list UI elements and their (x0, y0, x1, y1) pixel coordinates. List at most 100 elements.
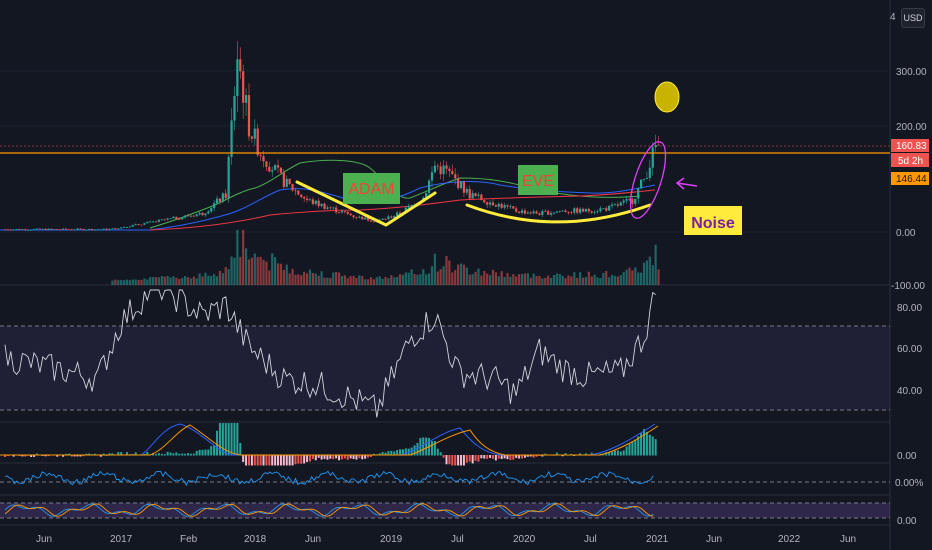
volume-bar (149, 277, 152, 285)
candle-body (236, 59, 239, 97)
candle-body (70, 229, 73, 231)
macd-bar (521, 455, 524, 459)
volume-bar (640, 272, 643, 285)
volume-bar (515, 276, 518, 285)
candle-body (436, 165, 439, 167)
candle-body (239, 59, 242, 72)
volume-bar (268, 270, 271, 285)
macd-bar (471, 455, 474, 464)
volume-bar (506, 273, 509, 285)
candle-body (67, 229, 71, 231)
candle-body (262, 156, 265, 162)
adam-label[interactable]: ADAM (343, 173, 400, 204)
volume-bar (645, 260, 649, 285)
candle-body (410, 204, 413, 207)
candle-body (178, 219, 181, 220)
candle-body (137, 224, 140, 225)
candle-body (192, 215, 195, 217)
candle-body (166, 218, 169, 220)
volume-bar (564, 278, 567, 285)
candle-body (488, 202, 492, 205)
price-tick: 0.00 (896, 228, 916, 239)
volume-bar (279, 263, 283, 285)
candle-body (561, 210, 564, 212)
candle-body (91, 228, 94, 231)
rsi-tick: 40.00 (897, 386, 922, 397)
candle-body (108, 229, 111, 230)
macd-bar (448, 455, 451, 465)
candle-body (160, 219, 163, 221)
percent-oscillator-line (4, 470, 654, 486)
volume-bar (143, 278, 146, 285)
candle-body (242, 71, 245, 103)
macd-bar (175, 452, 178, 456)
candle-body (114, 228, 117, 230)
volume-bar (613, 275, 617, 285)
candle-body (30, 229, 33, 231)
volume-bar (555, 273, 558, 285)
currency-button[interactable]: USD (901, 8, 925, 28)
macd-bar (460, 455, 463, 466)
candle-body (265, 161, 268, 167)
candle-body (355, 217, 358, 218)
volume-bar (523, 273, 527, 285)
macd-bar (622, 450, 625, 456)
candle-body (120, 227, 123, 229)
volume-bar (210, 275, 213, 285)
macd-bar (462, 455, 465, 466)
volume-bar (303, 271, 306, 285)
candle-body (152, 221, 155, 223)
noise-label[interactable]: Noise (684, 206, 742, 235)
candle-body (268, 166, 271, 172)
volume-bar (320, 271, 323, 285)
candle-body (549, 213, 553, 215)
volume-bar (436, 271, 439, 285)
candle-body (73, 229, 76, 231)
volume-bar (332, 272, 335, 285)
candle-body (224, 193, 227, 198)
volume-bar (570, 276, 573, 285)
candle-body (146, 222, 149, 224)
volume-bar (561, 275, 564, 285)
volume-bar (117, 280, 120, 285)
candle-body (625, 199, 628, 201)
volume-bar (558, 273, 561, 285)
volume-bar (372, 279, 375, 285)
volume-bar (329, 277, 332, 285)
time-axis[interactable]: Jun 2017 Feb 2018 Jun 2019 Jul 2020 Jul … (36, 534, 856, 545)
candle-body (297, 190, 300, 195)
macd-bar (242, 455, 245, 462)
candle-body (593, 211, 596, 213)
candle-body (599, 208, 602, 212)
trading-chart[interactable]: ADAM EVE Noise 300.00 200.00 0.00 -100.0… (0, 0, 932, 550)
volume-bar (439, 269, 442, 285)
time-label: 2019 (380, 534, 403, 545)
eve-label[interactable]: EVE (518, 165, 558, 195)
macd-bar (178, 453, 181, 456)
candle-body (631, 199, 634, 204)
candle-body (648, 167, 651, 178)
volume-bar (218, 270, 222, 285)
volume-bar (134, 279, 137, 285)
candle-body (454, 174, 457, 179)
macd-bar (274, 455, 277, 466)
volume-bar (300, 275, 303, 285)
volume-bar (541, 278, 544, 285)
candle-body (250, 136, 253, 139)
macd-bar (491, 455, 494, 459)
candle-body (579, 208, 582, 213)
volume-bar (634, 267, 637, 285)
candle-body (622, 200, 625, 203)
macd-bar (625, 446, 628, 456)
macd-bar (361, 455, 364, 460)
candle-body (47, 228, 50, 231)
candle-body (584, 208, 588, 212)
candle-body (427, 180, 431, 193)
macd-bar (503, 455, 506, 459)
candle-body (346, 211, 349, 214)
macd-bar (651, 436, 654, 456)
volume-bar (364, 279, 367, 285)
volume-bar (483, 270, 486, 285)
volume-bar (587, 271, 590, 285)
volume-bar (419, 274, 422, 285)
